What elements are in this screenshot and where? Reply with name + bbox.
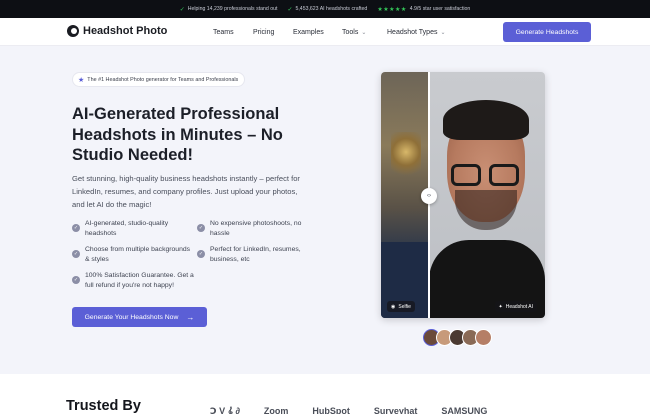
stat-rating: ★★★★★ 4.9/5 star user satisfaction — [377, 6, 471, 13]
selfie-label: ◉ Selfie — [387, 301, 415, 312]
nav-item-teams[interactable]: Teams — [213, 29, 253, 36]
sparkle-icon: ✦ — [498, 303, 503, 310]
stat-headshots: ✓ 5,453,623 AI headshots crafted — [287, 6, 368, 13]
feature-item: ✓ AI-generated, studio-quality headshots — [72, 220, 169, 237]
chevron-down-icon: ⌄ — [361, 29, 367, 36]
hero-title: AI-Generated Professional Headshots in M… — [72, 105, 283, 164]
check-circle-icon: ✓ — [72, 276, 80, 284]
glasses-lens — [489, 164, 519, 186]
chevron-down-icon: ⌄ — [440, 29, 446, 36]
camera-icon: ◉ — [391, 303, 396, 310]
feature-item: ✓ Choose from multiple backgrounds & sty… — [72, 246, 191, 263]
feature-item: ✓ 100% Satisfaction Guarantee. Get a ful… — [72, 272, 194, 289]
client-logo: SAMSUNG — [441, 406, 488, 414]
client-logo: Surveyhat — [373, 406, 418, 414]
arrow-right-icon: → — [186, 312, 195, 322]
stat-professionals: ✓ Helping 14,239 professionals stand out — [179, 6, 278, 13]
before-after-comparison[interactable]: ‹› ◉ Selfie ✦ Headshot AI — [381, 72, 545, 318]
main-nav: Headshot Photo Teams Pricing Examples To… — [0, 18, 650, 46]
headshot-image — [429, 72, 545, 318]
check-circle-icon: ✓ — [72, 224, 80, 232]
nav-menu: Teams Pricing Examples Tools ⌄ Headshot T… — [213, 18, 446, 46]
star-rating-icon: ★★★★★ — [377, 6, 407, 13]
brand-logo[interactable]: Headshot Photo — [67, 25, 167, 37]
logo-icon — [67, 25, 79, 37]
star-icon: ★ — [78, 76, 85, 84]
trusted-by-heading: Trusted By — [66, 398, 141, 414]
avatar[interactable] — [475, 329, 492, 346]
check-circle-icon: ✓ — [72, 250, 80, 258]
check-circle-icon: ✓ — [197, 224, 205, 232]
trusted-by-section: Trusted By Ↄ V 𝄞 ∂ Zoom HubSpot Surveyha… — [0, 374, 650, 414]
announcement-bar: ✓ Helping 14,239 professionals stand out… — [0, 0, 650, 18]
client-logo: Zoom — [263, 406, 289, 414]
client-logos: Ↄ V 𝄞 ∂ Zoom HubSpot Surveyhat SAMSUNG — [210, 406, 487, 414]
feature-item: ✓ No expensive photoshoots, no hassle — [197, 220, 302, 237]
nav-item-tools[interactable]: Tools ⌄ — [342, 29, 387, 36]
avatar-thumbnails — [423, 329, 492, 346]
comparison-slider-handle[interactable]: ‹› — [421, 188, 437, 204]
check-icon: ✓ — [179, 6, 185, 13]
glasses-lens — [451, 164, 481, 186]
check-circle-icon: ✓ — [197, 250, 205, 258]
client-logo: Ↄ V 𝄞 ∂ — [210, 406, 240, 414]
hero-badge: ★ The #1 Headshot Photo generator for Te… — [72, 72, 246, 87]
check-icon: ✓ — [287, 6, 293, 13]
client-logo: HubSpot — [312, 406, 350, 414]
nav-item-examples[interactable]: Examples — [293, 29, 342, 36]
feature-item: ✓ Perfect for LinkedIn, resumes, busines… — [197, 246, 301, 263]
nav-item-pricing[interactable]: Pricing — [253, 29, 293, 36]
hero-description: Get stunning, high-quality business head… — [72, 174, 300, 209]
generate-headshots-now-button[interactable]: Generate Your Headshots Now → — [72, 307, 207, 327]
nav-item-headshot-types[interactable]: Headshot Types ⌄ — [387, 29, 446, 36]
headshot-ai-label: ✦ Headshot AI — [494, 301, 537, 312]
generate-headshots-button[interactable]: Generate Headshots — [503, 22, 591, 42]
